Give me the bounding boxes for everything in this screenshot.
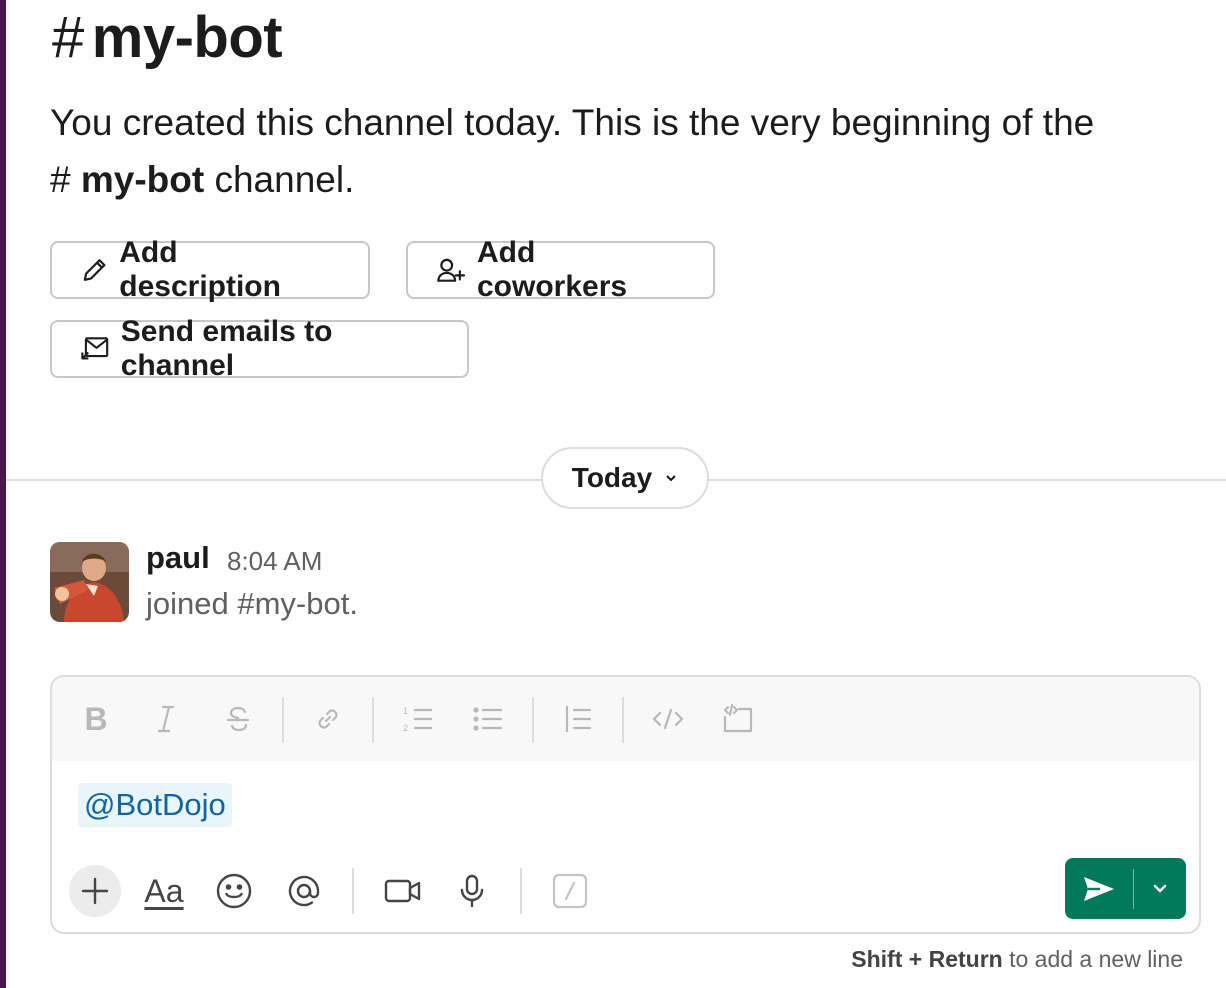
send-emails-label: Send emails to channel xyxy=(120,315,333,382)
intro-channel-link[interactable]: # my-bot xyxy=(50,159,204,200)
bulleted-list-icon[interactable] xyxy=(468,699,508,739)
strikethrough-icon[interactable] xyxy=(220,699,256,739)
channel-intro: You created this channel today. This is … xyxy=(50,94,1170,208)
video-icon[interactable] xyxy=(380,869,426,913)
avatar-image xyxy=(50,542,129,622)
ordered-list-icon[interactable]: 12 xyxy=(398,699,438,739)
hint-key-shift: Shift xyxy=(851,946,903,972)
message-composer: B 12 @BotDojo Aa xyxy=(50,675,1201,934)
message-timestamp[interactable]: 8:04 AM xyxy=(227,546,322,577)
plus-icon xyxy=(81,877,109,905)
toolbar-separator xyxy=(372,697,374,743)
bold-icon[interactable]: B xyxy=(80,699,112,739)
formatting-icon[interactable]: Aa xyxy=(140,865,188,917)
send-button[interactable] xyxy=(1065,858,1133,919)
intro-channel-name: my-bot xyxy=(80,159,205,200)
mention-tag[interactable]: @BotDojo xyxy=(78,783,232,827)
blockquote-icon[interactable] xyxy=(558,699,598,739)
bottom-toolbar-separator xyxy=(352,868,354,914)
intro-text: You created this channel today. This is … xyxy=(50,102,1095,143)
svg-text:2: 2 xyxy=(403,723,408,733)
schedule-send-button[interactable] xyxy=(1134,883,1186,895)
newline-hint: Shift + Return to add a new line xyxy=(851,946,1183,973)
send-button-group xyxy=(1065,858,1186,919)
mention-icon[interactable] xyxy=(282,869,326,913)
send-emails-button[interactable]: Send emails to channel xyxy=(50,315,469,382)
add-coworkers-label: Add coworkers xyxy=(477,236,628,303)
formatting-toolbar: B 12 xyxy=(52,677,1199,761)
channel-hash: # xyxy=(52,5,84,70)
intro-suffix: channel. xyxy=(204,159,355,200)
hint-plus: + xyxy=(902,946,929,972)
hint-text: to add a new line xyxy=(1002,946,1183,972)
intro-channel-hash: # xyxy=(50,159,71,200)
add-user-icon xyxy=(437,258,466,282)
add-coworkers-button[interactable]: Add coworkers xyxy=(406,236,715,303)
attach-button[interactable] xyxy=(69,865,121,917)
svg-text:1: 1 xyxy=(403,706,408,716)
workspace-sidebar-edge xyxy=(0,0,6,988)
avatar[interactable] xyxy=(50,542,129,622)
message-text: joined #my-bot. xyxy=(146,586,358,621)
channel-name: my-bot xyxy=(91,5,283,70)
bottom-toolbar-separator xyxy=(520,868,522,914)
slash-command-icon[interactable] xyxy=(548,869,592,913)
code-block-icon[interactable] xyxy=(718,699,758,739)
hint-key-return: Return xyxy=(928,946,1003,972)
pencil-icon xyxy=(83,259,106,281)
chevron-down-icon xyxy=(1153,884,1167,893)
email-forward-icon xyxy=(81,337,109,360)
date-jump-button[interactable]: Today xyxy=(541,447,709,509)
toolbar-separator xyxy=(282,697,284,743)
toolbar-separator xyxy=(532,697,534,743)
add-description-button[interactable]: Add description xyxy=(50,236,370,303)
date-label: Today xyxy=(571,462,653,493)
code-icon[interactable] xyxy=(648,699,688,739)
link-icon[interactable] xyxy=(308,699,348,739)
message-author[interactable]: paul xyxy=(146,540,210,576)
chevron-down-icon xyxy=(666,475,676,482)
send-icon xyxy=(1084,876,1114,901)
add-description-label: Add description xyxy=(119,236,281,303)
italic-icon[interactable] xyxy=(150,699,182,739)
microphone-icon[interactable] xyxy=(450,869,494,913)
emoji-icon[interactable] xyxy=(212,869,256,913)
channel-title: # my-bot xyxy=(52,2,283,74)
formatting-label: Aa xyxy=(144,872,184,909)
toolbar-separator xyxy=(622,697,624,743)
